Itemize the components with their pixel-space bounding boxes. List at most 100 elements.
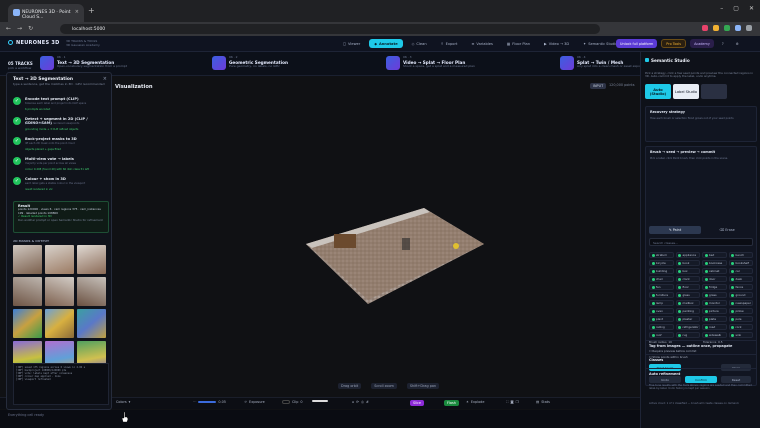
close-tab-icon[interactable]: ×: [75, 9, 79, 15]
close-window-icon[interactable]: ✕: [749, 5, 754, 12]
explode-button[interactable]: ✶ Explode: [466, 400, 484, 404]
clip-control[interactable]: Clip 0: [282, 400, 303, 404]
class-label-chip[interactable]: rock: [728, 324, 753, 330]
class-label-chip[interactable]: monitor: [702, 300, 727, 306]
tab-clean[interactable]: ◇ Clean: [407, 39, 432, 48]
tab-annotate[interactable]: ◆ Annotate: [369, 39, 403, 48]
tab-variables[interactable]: ≡ Variables: [466, 39, 497, 48]
class-label-chip[interactable]: rug: [675, 332, 700, 338]
class-label-chip[interactable]: oven: [649, 308, 674, 314]
class-label-chip[interactable]: fence: [728, 284, 753, 290]
profile-icon[interactable]: [746, 25, 752, 31]
mask-thumbnail[interactable]: [13, 245, 42, 274]
colors-dropdown[interactable]: Colors ▾: [116, 400, 130, 404]
class-label-chip[interactable]: bench: [728, 252, 753, 258]
close-icon[interactable]: ×: [103, 76, 107, 82]
tab-floor-plan[interactable]: ▦ Floor Plan: [502, 39, 535, 48]
track-card[interactable]: 06 · 1 Text → 3D Segmentation Open-vocabul…: [40, 55, 127, 72]
tab-export[interactable]: ⇪ Export: [436, 39, 463, 48]
clip-slider[interactable]: [312, 400, 328, 402]
maximize-icon[interactable]: ▢: [733, 5, 739, 12]
class-label-chip[interactable]: ground: [728, 292, 753, 298]
auto-refinement-section[interactable]: Auto refinement: [645, 368, 757, 379]
extension-icon[interactable]: [713, 25, 719, 31]
mask-thumbnail[interactable]: [77, 309, 106, 338]
browser-tab[interactable]: NEURONES 3D · Point Cloud S... ×: [8, 4, 84, 22]
class-label-chip[interactable]: chair: [649, 276, 674, 282]
clip-slider-track[interactable]: [312, 400, 328, 402]
class-label-chip[interactable]: plant: [649, 316, 674, 322]
class-label-chip[interactable]: grass: [702, 292, 727, 298]
stats-button[interactable]: ▤ Stats: [536, 400, 550, 404]
mask-thumbnail[interactable]: [13, 309, 42, 338]
slider-track[interactable]: [198, 401, 217, 403]
slice-button[interactable]: Slice: [410, 400, 424, 406]
rotate-icon[interactable]: ⟳: [356, 400, 359, 404]
class-label-chip[interactable]: newspaper: [728, 300, 753, 306]
mode-label-studio[interactable]: Label Studio: [673, 84, 699, 99]
mask-thumbnail[interactable]: [45, 277, 74, 306]
class-label-chip[interactable]: road: [702, 324, 727, 330]
settings-icon[interactable]: ⚙: [732, 39, 743, 48]
extension-icon[interactable]: [735, 25, 741, 31]
point-cloud[interactable]: [306, 208, 484, 304]
class-label-chip[interactable]: pillow: [728, 308, 753, 314]
classes-section[interactable]: Classes: [645, 354, 757, 365]
class-label-chip[interactable]: door: [702, 276, 727, 282]
mask-thumbnail[interactable]: [45, 309, 74, 338]
track-card[interactable]: 06 · 2 Geometric Segmentation Pure geometr…: [212, 55, 288, 72]
class-label-chip[interactable]: stratum: [649, 252, 674, 258]
point-size-slider[interactable]: ⋯ 0.05: [193, 400, 226, 404]
extension-icon[interactable]: [724, 25, 730, 31]
minimize-icon[interactable]: –: [720, 5, 723, 12]
forward-icon[interactable]: →: [17, 25, 22, 32]
reload-icon[interactable]: ↻: [28, 25, 33, 32]
mask-thumbnail[interactable]: [77, 277, 106, 306]
upgrade-button[interactable]: Unlock full platform: [616, 39, 658, 48]
tag-from-images-section[interactable]: Tag from images — outline once, propagat…: [645, 340, 757, 351]
class-label-chip[interactable]: appliance: [675, 252, 700, 258]
class-label-chip[interactable]: book: [675, 260, 700, 266]
class-label-chip[interactable]: painting: [675, 308, 700, 314]
class-label-chip[interactable]: furniture: [649, 292, 674, 298]
class-label-chip[interactable]: fridge: [702, 284, 727, 290]
erase-button[interactable]: ⌫ Erase: [701, 226, 753, 234]
class-label-chip[interactable]: bicycle: [649, 260, 674, 266]
back-icon[interactable]: ←: [6, 25, 11, 32]
brand-logo[interactable]: NEURONES 3D: [8, 40, 60, 46]
clip-checkbox[interactable]: [282, 400, 290, 404]
class-label-chip[interactable]: lamp: [649, 300, 674, 306]
class-label-chip[interactable]: railing: [649, 324, 674, 330]
new-tab-icon[interactable]: +: [88, 6, 95, 15]
class-label-chip[interactable]: bed: [702, 252, 727, 258]
class-label-chip[interactable]: sink: [728, 332, 753, 338]
class-search-input[interactable]: Search classes...: [649, 238, 753, 246]
url-field[interactable]: localhost:5000: [60, 24, 600, 34]
paint-button[interactable]: ✎ Paint: [649, 226, 701, 234]
class-label-chip[interactable]: clock: [675, 276, 700, 282]
class-label-chip[interactable]: bookshelf: [728, 260, 753, 266]
class-label-chip[interactable]: plate: [702, 316, 727, 322]
class-label-chip[interactable]: car: [728, 268, 753, 274]
class-label-chip[interactable]: fan: [649, 284, 674, 290]
fullscreen-icon[interactable]: ⛶: [506, 400, 508, 404]
class-label-chip[interactable]: sidewalk: [702, 332, 727, 338]
input-button[interactable]: INPUT: [590, 83, 607, 89]
mode-auto[interactable]: Auto (Studio): [645, 84, 671, 99]
camera-icon[interactable]: ◙: [510, 400, 513, 404]
class-label-chip[interactable]: roof: [649, 332, 674, 338]
exposure-toggle[interactable]: ☼ Exposure: [244, 400, 265, 404]
mask-thumbnail[interactable]: [77, 245, 106, 274]
brush-title[interactable]: Brush → seed → preview → commit: [646, 147, 756, 157]
class-label-chip[interactable]: pole: [728, 316, 753, 322]
academy-button[interactable]: Academy: [690, 39, 714, 48]
class-label-chip[interactable]: picture: [702, 308, 727, 314]
mask-thumbnail[interactable]: [45, 245, 74, 274]
pro-tools-button[interactable]: Pro Tools: [661, 39, 687, 48]
class-label-chip[interactable]: mailbox: [675, 300, 700, 306]
class-label-chip[interactable]: refrigerator: [675, 324, 700, 330]
extension-icon[interactable]: [702, 25, 708, 31]
tab-viewer[interactable]: ◻ Viewer: [338, 39, 365, 48]
class-label-chip[interactable]: plaster: [675, 316, 700, 322]
flash-button[interactable]: Flash: [444, 400, 459, 406]
